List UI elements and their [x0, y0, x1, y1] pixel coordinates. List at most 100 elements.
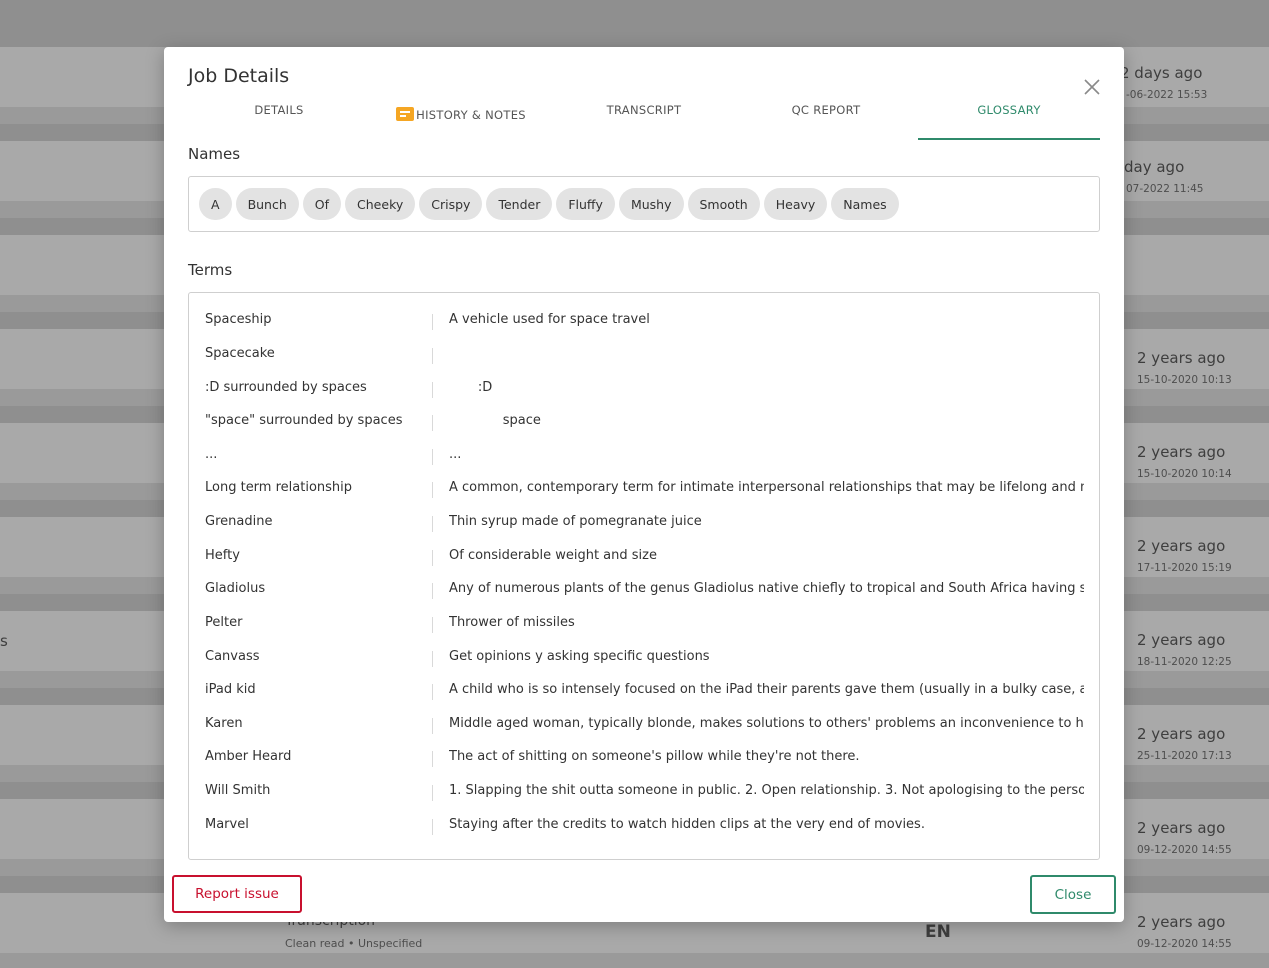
term-definition: The act of shitting on someone's pillow …	[449, 749, 860, 764]
term-row: Karen Middle aged woman, typically blonde…	[189, 708, 1099, 742]
name-chip: Names	[831, 188, 899, 220]
term-definition: :D	[449, 380, 493, 395]
name-chip: Crispy	[419, 188, 483, 220]
term-definition: Staying after the credits to watch hidde…	[449, 817, 925, 832]
tab-label: QC REPORT	[791, 103, 861, 117]
row-timestamp: 17-11-2020 15:19	[1137, 562, 1232, 574]
notes-icon	[396, 107, 415, 121]
term-definition: A child who is so intensely focused on t…	[449, 682, 1084, 697]
terms-heading: Terms	[188, 261, 233, 279]
name-chip: Smooth	[687, 188, 760, 220]
term-name: Grenadine	[205, 514, 273, 529]
close-icon[interactable]	[1082, 77, 1102, 97]
term-definition: Of considerable weight and size	[449, 548, 657, 563]
term-name: :D surrounded by spaces	[205, 380, 367, 395]
term-row: Hefty Of considerable weight and size	[189, 540, 1099, 574]
tab-transcript[interactable]: TRANSCRIPT	[553, 99, 735, 140]
term-row: Spacecake	[189, 338, 1099, 372]
name-chip: Bunch	[235, 188, 299, 220]
name-chip: Heavy	[763, 188, 828, 220]
column-divider	[432, 751, 433, 767]
row-relative-time: 2 years ago	[1137, 349, 1226, 367]
modal-title: Job Details	[188, 65, 290, 87]
term-row: Spaceship A vehicle used for space travel	[189, 304, 1099, 338]
row-timestamp: -06-2022 15:53	[1126, 89, 1208, 101]
row-relative-time: day ago	[1124, 158, 1185, 176]
name-chip: A	[199, 188, 232, 220]
term-definition: Thrower of missiles	[449, 615, 575, 630]
term-row: Will Smith 1. Slapping the shit outta som…	[189, 775, 1099, 809]
report-issue-button[interactable]: Report issue	[172, 875, 302, 913]
tab-label: TRANSCRIPT	[606, 103, 682, 117]
column-divider	[432, 684, 433, 700]
row-job-subtitle: Clean read • Unspecified	[285, 937, 423, 950]
term-row: "space" surrounded by spaces space	[189, 405, 1099, 439]
term-name: Spaceship	[205, 312, 272, 327]
row-timestamp: 07-2022 11:45	[1126, 183, 1204, 195]
column-divider	[432, 617, 433, 633]
name-chip: Tender	[486, 188, 553, 220]
term-row: Canvass Get opinions y asking specific qu…	[189, 641, 1099, 675]
row-relative-time: 2 years ago	[1137, 443, 1226, 461]
row-relative-time: 2 years ago	[1137, 631, 1226, 649]
column-divider	[432, 482, 433, 498]
tab-glossary[interactable]: GLOSSARY	[918, 99, 1100, 140]
row-relative-time: 2 years ago	[1137, 819, 1226, 837]
row-timestamp: 25-11-2020 17:13	[1137, 750, 1232, 762]
tab-label: GLOSSARY	[977, 103, 1041, 117]
term-row: Gladiolus Any of numerous plants of the g…	[189, 573, 1099, 607]
term-definition: A vehicle used for space travel	[449, 312, 650, 327]
tab-history-notes[interactable]: HISTORY & NOTES	[370, 99, 552, 140]
term-definition: Thin syrup made of pomegranate juice	[449, 514, 702, 529]
term-definition: Get opinions y asking specific questions	[449, 649, 710, 664]
term-name: Spacecake	[205, 346, 275, 361]
column-divider	[432, 314, 433, 330]
term-name: Will Smith	[205, 783, 271, 798]
column-divider	[432, 550, 433, 566]
job-details-modal: Job Details DETAILS HISTORY & NOTES TRAN…	[164, 47, 1124, 922]
row-relative-time: 2 years ago	[1137, 537, 1226, 555]
column-divider	[432, 382, 433, 398]
row-timestamp: 15-10-2020 10:13	[1137, 374, 1232, 386]
tab-qc-report[interactable]: QC REPORT	[735, 99, 917, 140]
tab-details[interactable]: DETAILS	[188, 99, 370, 140]
term-name: Pelter	[205, 615, 243, 630]
term-name: "space" surrounded by spaces	[205, 413, 403, 428]
term-row: iPad kid A child who is so intensely focu…	[189, 674, 1099, 708]
column-divider	[432, 785, 433, 801]
term-row: Long term relationship A common, contempo…	[189, 472, 1099, 506]
term-name: Long term relationship	[205, 480, 353, 495]
row-timestamp: 09-12-2020 14:55	[1137, 938, 1232, 950]
column-divider	[432, 651, 433, 667]
term-definition: Any of numerous plants of the genus Glad…	[449, 581, 1084, 596]
term-row: :D surrounded by spaces :D	[189, 372, 1099, 406]
term-row: Pelter Thrower of missiles	[189, 607, 1099, 641]
name-chip: Mushy	[618, 188, 684, 220]
column-divider	[432, 718, 433, 734]
row-language: EN	[925, 922, 951, 942]
row-relative-time: 2 days ago	[1120, 64, 1203, 82]
tab-bar: DETAILS HISTORY & NOTES TRANSCRIPT QC RE…	[188, 99, 1100, 140]
term-definition: 1. Slapping the shit outta someone in pu…	[449, 783, 1084, 798]
term-row: Marvel Staying after the credits to watch…	[189, 809, 1099, 843]
term-row: Grenadine Thin syrup made of pomegranate …	[189, 506, 1099, 540]
terms-table[interactable]: Spaceship A vehicle used for space travel…	[188, 292, 1100, 860]
term-name: Marvel	[205, 817, 249, 832]
name-chip: Fluffy	[556, 188, 615, 220]
column-divider	[432, 516, 433, 532]
column-divider	[432, 583, 433, 599]
row-timestamp: 18-11-2020 12:25	[1137, 656, 1232, 668]
row-edge-text: s	[0, 632, 8, 650]
term-definition: space	[449, 413, 541, 428]
row-relative-time: 2 years ago	[1137, 913, 1226, 931]
term-name: Gladiolus	[205, 581, 266, 596]
name-chip: Cheeky	[345, 188, 416, 220]
term-name: ...	[205, 447, 218, 462]
close-button[interactable]: Close	[1030, 875, 1116, 914]
term-name: Canvass	[205, 649, 260, 664]
term-name: iPad kid	[205, 682, 256, 697]
column-divider	[432, 348, 433, 364]
row-timestamp: 15-10-2020 10:14	[1137, 468, 1232, 480]
row-timestamp: 09-12-2020 14:55	[1137, 844, 1232, 856]
term-name: Hefty	[205, 548, 240, 563]
